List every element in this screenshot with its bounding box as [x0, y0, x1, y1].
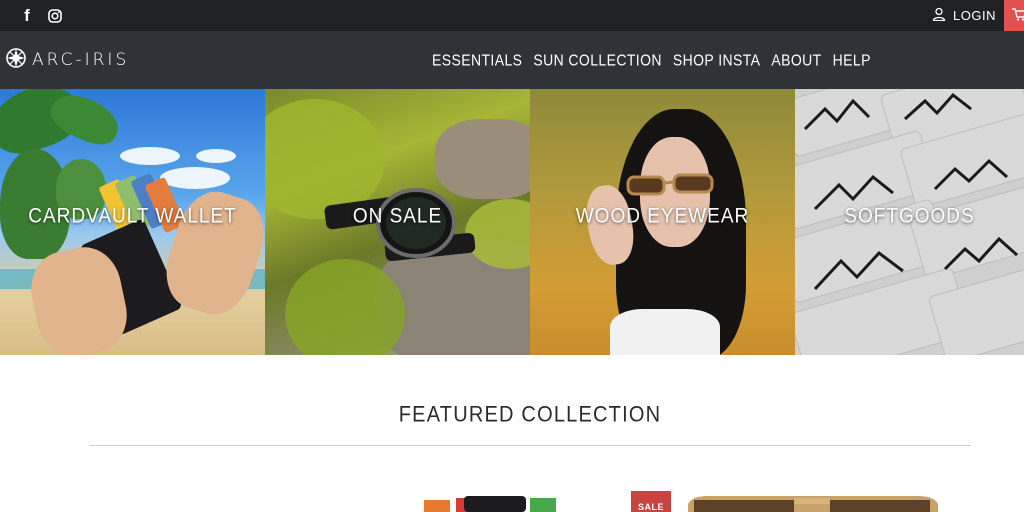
- nav-help[interactable]: HELP: [833, 51, 871, 69]
- login-label: LOGIN: [953, 8, 996, 23]
- nav-shop-insta[interactable]: SHOP INSTA: [673, 51, 761, 69]
- instagram-icon[interactable]: [46, 0, 64, 31]
- nav-sun-collection[interactable]: SUN COLLECTION: [533, 51, 662, 69]
- featured-collection-title: FEATURED COLLECTION: [398, 402, 662, 428]
- tile-softgoods[interactable]: SOFTGOODS: [795, 89, 1024, 355]
- main-nav: ESSENTIALS SUN COLLECTION SHOP INSTA ABO…: [432, 31, 871, 89]
- top-bar: f LOGIN: [0, 0, 1024, 31]
- login-link[interactable]: LOGIN: [932, 0, 996, 31]
- product-card-cardvault[interactable]: [424, 494, 556, 512]
- tile-on-sale[interactable]: ON SALE: [265, 89, 530, 355]
- logo-emblem-icon: [6, 47, 26, 73]
- category-tiles: CARDVAULT WALLET ON SALE WOOD EYEWEAR SO…: [0, 89, 1024, 355]
- facebook-icon[interactable]: f: [18, 0, 36, 31]
- section-divider: [89, 445, 971, 446]
- tile-label: WOOD EYEWEAR: [575, 204, 750, 228]
- arc-iris-logo[interactable]: ARC-IRIS: [6, 31, 129, 89]
- tile-label: ON SALE: [352, 204, 443, 228]
- logo-text: ARC-IRIS: [32, 50, 130, 70]
- product-card-sunglasses[interactable]: [688, 494, 938, 512]
- cart-button[interactable]: [1004, 0, 1024, 31]
- cart-icon: [1012, 7, 1024, 24]
- main-header: ARC-IRIS ESSENTIALS SUN COLLECTION SHOP …: [0, 31, 1024, 89]
- nav-essentials[interactable]: ESSENTIALS: [432, 51, 522, 69]
- sale-badge: SALE: [631, 491, 671, 512]
- tile-label: CARDVAULT WALLET: [28, 204, 237, 228]
- tile-label: SOFTGOODS: [844, 204, 975, 228]
- nav-about[interactable]: ABOUT: [771, 51, 821, 69]
- user-icon: [932, 7, 946, 24]
- tile-cardvault-wallet[interactable]: CARDVAULT WALLET: [0, 89, 265, 355]
- tile-wood-eyewear[interactable]: WOOD EYEWEAR: [530, 89, 795, 355]
